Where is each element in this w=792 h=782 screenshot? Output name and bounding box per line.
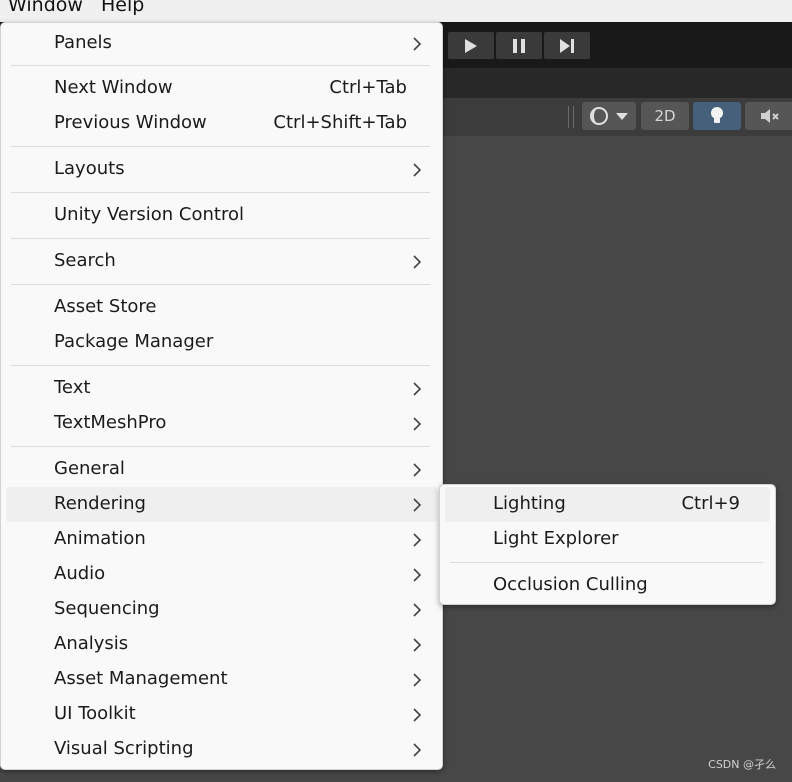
- chevron-right-icon: [413, 37, 422, 51]
- 2d-toggle-button[interactable]: 2D: [641, 102, 689, 130]
- menu-item-search[interactable]: Search: [6, 244, 437, 279]
- menu-item-label: Unity Version Control: [54, 204, 244, 225]
- menu-help[interactable]: Help: [101, 0, 144, 16]
- menu-separator: [11, 284, 430, 285]
- chevron-right-icon: [413, 533, 422, 547]
- chevron-right-icon: [413, 498, 422, 512]
- menu-item-ui-toolkit[interactable]: UI Toolkit: [6, 697, 437, 732]
- menu-item-shortcut: Ctrl+Shift+Tab: [273, 112, 407, 133]
- shading-mode-dropdown[interactable]: [582, 102, 636, 130]
- menu-item-label: Asset Store: [54, 296, 157, 317]
- menu-item-label: Package Manager: [54, 331, 214, 352]
- menu-item-label: Text: [54, 377, 91, 398]
- menu-item-text[interactable]: Text: [6, 371, 437, 406]
- chevron-right-icon: [413, 382, 422, 396]
- window-menu: Panels Next Window Ctrl+Tab Previous Win…: [0, 22, 443, 770]
- menu-item-label: Next Window: [54, 77, 173, 98]
- menu-separator: [11, 192, 430, 193]
- menu-item-asset-store[interactable]: Asset Store: [6, 290, 437, 325]
- menu-item-rendering[interactable]: Rendering: [6, 487, 437, 522]
- menu-separator: [11, 446, 430, 447]
- menu-item-layouts[interactable]: Layouts: [6, 152, 437, 187]
- menu-separator: [11, 238, 430, 239]
- toolbar-divider: [568, 106, 574, 128]
- lightbulb-icon: [711, 107, 723, 123]
- chevron-right-icon: [413, 743, 422, 757]
- menu-item-label: General: [54, 458, 125, 479]
- audio-mute-toggle[interactable]: [745, 102, 792, 130]
- menu-item-label: Occlusion Culling: [493, 574, 648, 595]
- menu-item-package-manager[interactable]: Package Manager: [6, 325, 437, 360]
- menu-item-previous-window[interactable]: Previous Window Ctrl+Shift+Tab: [6, 106, 437, 141]
- step-icon: [560, 38, 574, 53]
- chevron-right-icon: [413, 417, 422, 431]
- chevron-right-icon: [413, 163, 422, 177]
- chevron-right-icon: [413, 463, 422, 477]
- chevron-right-icon: [413, 673, 422, 687]
- step-button[interactable]: [544, 32, 590, 59]
- menu-separator: [11, 365, 430, 366]
- menu-separator: [450, 562, 763, 563]
- submenu-item-lighting[interactable]: Lighting Ctrl+9: [445, 487, 770, 522]
- menu-item-shortcut: Ctrl+9: [681, 493, 740, 514]
- rendering-submenu: Lighting Ctrl+9 Light Explorer Occlusion…: [439, 484, 776, 605]
- submenu-item-light-explorer[interactable]: Light Explorer: [445, 522, 770, 557]
- chevron-right-icon: [413, 708, 422, 722]
- menu-item-next-window[interactable]: Next Window Ctrl+Tab: [6, 71, 437, 106]
- menu-item-label: Light Explorer: [493, 528, 619, 549]
- chevron-right-icon: [413, 638, 422, 652]
- menu-window[interactable]: Window: [8, 0, 83, 16]
- menu-item-visual-scripting[interactable]: Visual Scripting: [6, 732, 437, 767]
- menu-item-label: UI Toolkit: [54, 703, 136, 724]
- shading-sphere-icon: [590, 107, 608, 125]
- play-icon: [465, 38, 477, 53]
- menu-item-label: TextMeshPro: [54, 412, 167, 433]
- play-button[interactable]: [448, 32, 494, 59]
- chevron-right-icon: [413, 255, 422, 269]
- chevron-down-icon: [616, 113, 628, 120]
- menu-item-sequencing[interactable]: Sequencing: [6, 592, 437, 627]
- menu-item-general[interactable]: General: [6, 452, 437, 487]
- menu-item-label: Rendering: [54, 493, 146, 514]
- menu-item-label: Asset Management: [54, 668, 228, 689]
- menu-item-label: Animation: [54, 528, 146, 549]
- menu-item-panels[interactable]: Panels: [6, 26, 437, 61]
- menu-item-audio[interactable]: Audio: [6, 557, 437, 592]
- submenu-item-occlusion-culling[interactable]: Occlusion Culling: [445, 568, 770, 603]
- menu-item-animation[interactable]: Animation: [6, 522, 437, 557]
- menu-item-label: Panels: [54, 32, 112, 53]
- menu-separator: [11, 146, 430, 147]
- menu-item-label: Layouts: [54, 158, 125, 179]
- menu-item-label: Visual Scripting: [54, 738, 194, 759]
- menu-separator: [11, 65, 430, 66]
- menu-bar: Window Help: [0, 0, 792, 22]
- menu-item-label: Lighting: [493, 493, 566, 514]
- menu-item-asset-management[interactable]: Asset Management: [6, 662, 437, 697]
- menu-item-unity-version-control[interactable]: Unity Version Control: [6, 198, 437, 233]
- menu-item-shortcut: Ctrl+Tab: [329, 77, 407, 98]
- menu-item-textmeshpro[interactable]: TextMeshPro: [6, 406, 437, 441]
- menu-item-label: Previous Window: [54, 112, 207, 133]
- menu-item-analysis[interactable]: Analysis: [6, 627, 437, 662]
- pause-icon: [513, 38, 525, 53]
- pause-button[interactable]: [496, 32, 542, 59]
- menu-item-label: Sequencing: [54, 598, 160, 619]
- speaker-muted-icon: [761, 109, 779, 123]
- chevron-right-icon: [413, 568, 422, 582]
- chevron-right-icon: [413, 603, 422, 617]
- scene-lighting-toggle[interactable]: [693, 102, 741, 130]
- watermark: CSDN @孑么: [708, 758, 776, 771]
- menu-item-label: Search: [54, 250, 116, 271]
- menu-item-label: Analysis: [54, 633, 129, 654]
- menu-item-label: Audio: [54, 563, 106, 584]
